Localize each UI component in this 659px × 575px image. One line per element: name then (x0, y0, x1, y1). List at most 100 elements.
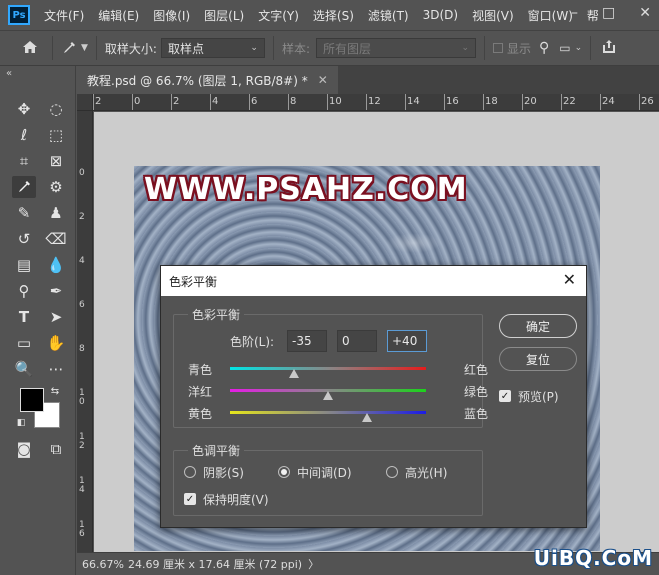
close-tab-icon[interactable]: ✕ (318, 73, 328, 87)
menu-edit[interactable]: 编辑(E) (98, 7, 139, 24)
ruler-tick (132, 94, 133, 110)
dialog-titlebar[interactable]: 色彩平衡 ✕ (161, 266, 586, 296)
eyedropper-tool-icon[interactable] (12, 176, 36, 198)
horizontal-ruler[interactable]: 2 0 2 4 6 8 10 12 14 16 18 20 22 24 26 (93, 94, 659, 111)
foreground-color-swatch[interactable] (20, 388, 44, 412)
screen-mode-icon[interactable]: ⧉ (44, 438, 68, 460)
blur-tool-icon[interactable]: 💧 (44, 254, 68, 276)
gradient-tool-icon[interactable]: ▤ (12, 254, 36, 276)
ruler-tick-label: 1 2 (79, 432, 85, 451)
ruler-tick (249, 94, 250, 110)
menu-window[interactable]: 窗口(W) (528, 7, 573, 24)
menu-bar: Ps 文件(F) 编辑(E) 图像(I) 图层(L) 文字(Y) 选择(S) 滤… (0, 0, 659, 30)
reset-button[interactable]: 复位 (499, 347, 577, 371)
zoom-level[interactable]: 66.67% (82, 558, 126, 571)
ruler-tick-label: 22 (563, 96, 576, 107)
search-icon[interactable]: ⚲ (539, 40, 549, 56)
ruler-tick-label: 2 (95, 96, 102, 107)
yellow-blue-track[interactable] (230, 411, 426, 414)
level-magenta-green-input[interactable]: 0 (337, 330, 377, 352)
magenta-green-thumb[interactable] (323, 391, 333, 400)
cyan-red-track[interactable] (230, 367, 426, 370)
spot-healing-tool-icon[interactable]: ⚙ (44, 176, 68, 198)
ruler-tick-label: 1 6 (79, 520, 85, 539)
clone-stamp-tool-icon[interactable]: ♟ (44, 202, 68, 224)
lasso-tool-icon[interactable]: ℓ (12, 124, 36, 146)
menu-layer[interactable]: 图层(L) (204, 7, 244, 24)
ok-button[interactable]: 确定 (499, 314, 577, 338)
ruler-tick (600, 94, 601, 110)
preview-checkbox[interactable]: ✓ (499, 390, 511, 402)
swap-colors-icon[interactable]: ⇆ (48, 384, 62, 398)
dodge-tool-icon[interactable]: ⚲ (12, 280, 36, 302)
menu-select[interactable]: 选择(S) (313, 7, 354, 24)
eyedropper-tool-preset-icon[interactable]: ▼ (61, 40, 88, 56)
workspace-icon[interactable]: ▭ (559, 41, 570, 55)
zoom-tool-icon[interactable]: 🔍 (12, 358, 36, 380)
path-selection-tool-icon[interactable]: ➤ (44, 306, 68, 328)
window-controls: – □ ✕ (571, 5, 651, 21)
yellow-label: 黄色 (188, 407, 213, 421)
ruler-tick (561, 94, 562, 110)
sample-layers-select[interactable]: 所有图层 ⌄ (316, 38, 477, 58)
elliptical-marquee-tool-icon[interactable]: ◌ (44, 98, 68, 120)
midtones-label: 中间调(D) (297, 466, 352, 480)
level-cyan-red-input[interactable]: -35 (287, 330, 327, 352)
eraser-tool-icon[interactable]: ⌫ (44, 228, 68, 250)
share-icon[interactable] (601, 39, 617, 57)
preserve-luminosity-checkbox[interactable]: ✓ (184, 493, 196, 505)
separator (272, 36, 274, 60)
sample-layers-value: 所有图层 (323, 41, 372, 56)
menu-image[interactable]: 图像(I) (153, 7, 190, 24)
sample-size-value: 取样点 (167, 41, 204, 56)
document-tab-bar: 教程.psd @ 66.7% (图层 1, RGB/8#) * ✕ (77, 66, 659, 94)
maximize-icon[interactable]: □ (602, 5, 615, 21)
menu-filter[interactable]: 滤镜(T) (368, 7, 409, 24)
ruler-tick-label: 8 (79, 344, 85, 354)
show-ring-checkbox[interactable] (493, 43, 504, 53)
brush-tool-icon[interactable]: ✎ (12, 202, 36, 224)
ruler-origin[interactable] (77, 94, 93, 111)
ruler-tick-label: 0 (134, 96, 141, 107)
close-window-icon[interactable]: ✕ (639, 5, 651, 21)
preserve-luminosity-label: 保持明度(V) (203, 493, 269, 507)
type-tool-icon[interactable]: T (12, 306, 36, 328)
document-tab[interactable]: 教程.psd @ 66.7% (图层 1, RGB/8#) * ✕ (77, 66, 338, 94)
pen-tool-icon[interactable]: ✒ (44, 280, 68, 302)
frame-tool-icon[interactable]: ⊠ (44, 150, 68, 172)
workspace-chevron-icon[interactable]: ⌄ (575, 43, 583, 53)
crop-tool-icon[interactable]: ⌗ (12, 150, 36, 172)
rectangle-tool-icon[interactable]: ▭ (12, 332, 36, 354)
menu-type[interactable]: 文字(Y) (258, 7, 299, 24)
midtones-radio[interactable] (278, 466, 290, 478)
highlights-radio[interactable] (386, 466, 398, 478)
chevron-down-icon: ▼ (81, 43, 88, 53)
collapse-panel-icon[interactable]: « (6, 68, 12, 79)
more-tools-icon[interactable]: ⋯ (44, 358, 68, 380)
default-colors-icon[interactable]: ◧ (14, 416, 28, 430)
menu-view[interactable]: 视图(V) (472, 7, 514, 24)
home-icon[interactable] (22, 40, 38, 57)
move-tool-icon[interactable]: ✥ (12, 98, 36, 120)
history-brush-tool-icon[interactable]: ↺ (12, 228, 36, 250)
vertical-ruler[interactable]: 024681 01 21 41 61 8 (77, 111, 93, 552)
document-tab-title: 教程.psd @ 66.7% (图层 1, RGB/8#) * (87, 73, 308, 88)
quick-mask-icon[interactable]: ◙ (12, 438, 36, 460)
cyan-red-thumb[interactable] (288, 369, 299, 378)
ruler-tick-label: 18 (485, 96, 498, 107)
separator (590, 36, 592, 60)
close-icon[interactable]: ✕ (563, 270, 576, 289)
status-menu-icon[interactable]: 〉 (308, 556, 319, 572)
object-selection-tool-icon[interactable]: ⬚ (44, 124, 68, 146)
sample-size-select[interactable]: 取样点 ⌄ (160, 38, 265, 58)
menu-file[interactable]: 文件(F) (44, 7, 84, 24)
minimize-icon[interactable]: – (571, 5, 578, 21)
yellow-blue-thumb[interactable] (362, 413, 373, 422)
shadows-radio[interactable] (184, 466, 196, 478)
hand-tool-icon[interactable]: ✋ (44, 332, 68, 354)
level-yellow-blue-input[interactable]: +40 (387, 330, 427, 352)
ruler-tick (444, 94, 445, 110)
ruler-tick-label: 2 (79, 212, 85, 222)
menu-3d[interactable]: 3D(D) (423, 8, 458, 22)
ruler-tick-label: 6 (79, 300, 85, 310)
